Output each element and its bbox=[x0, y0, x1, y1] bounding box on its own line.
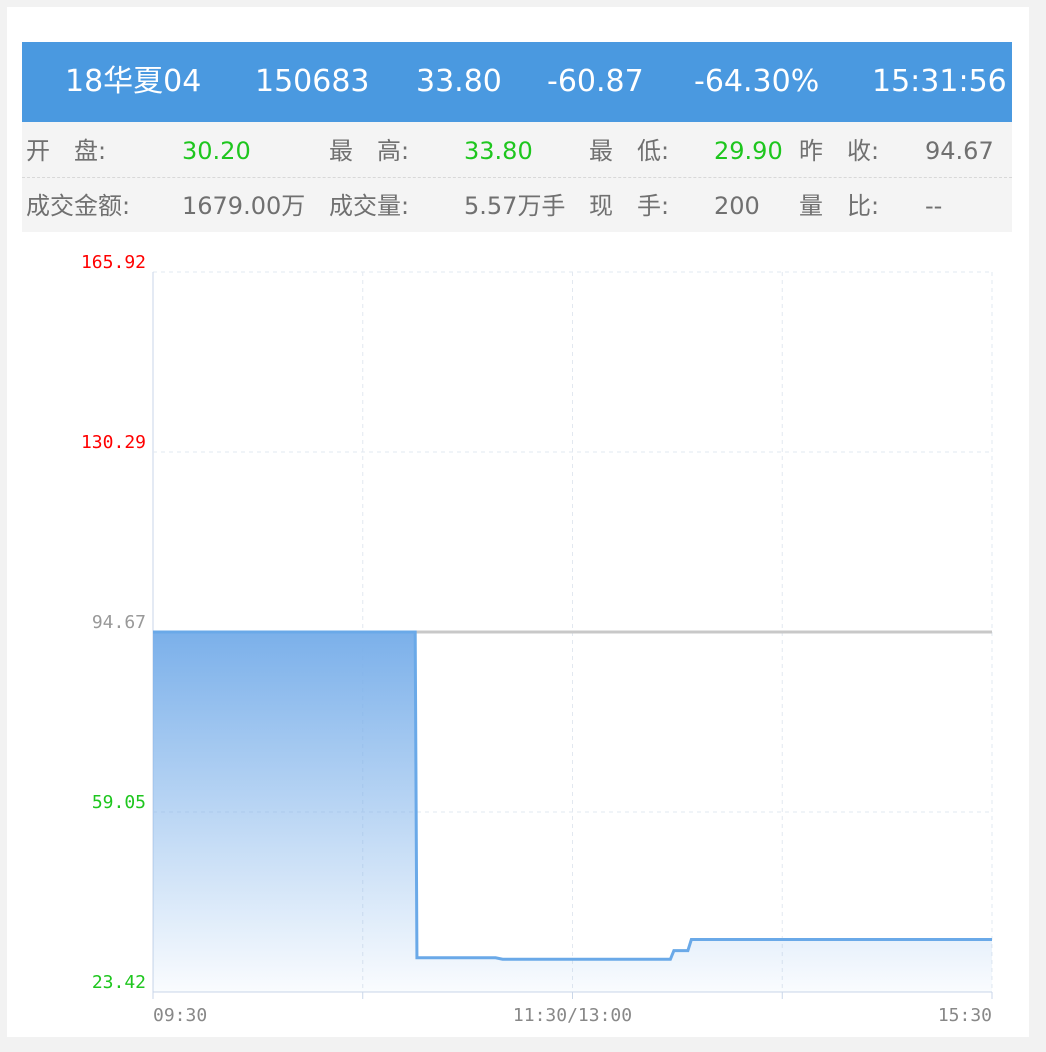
y-tick-label: 130.29 bbox=[81, 432, 146, 453]
y-tick-label: 165.92 bbox=[81, 252, 146, 273]
y-tick-label: 94.67 bbox=[92, 612, 146, 633]
y-tick-label: 59.05 bbox=[92, 792, 146, 813]
intraday-chart: 165.92 130.29 94.67 59.05 23.42 09:30 11:30/13… bbox=[81, 252, 993, 1026]
x-tick-label: 15:30 bbox=[938, 1005, 992, 1026]
x-tick-label: 09:30 bbox=[153, 1005, 207, 1026]
x-tick-label: 11:30/13:00 bbox=[513, 1005, 632, 1026]
y-tick-label: 23.42 bbox=[92, 972, 146, 993]
